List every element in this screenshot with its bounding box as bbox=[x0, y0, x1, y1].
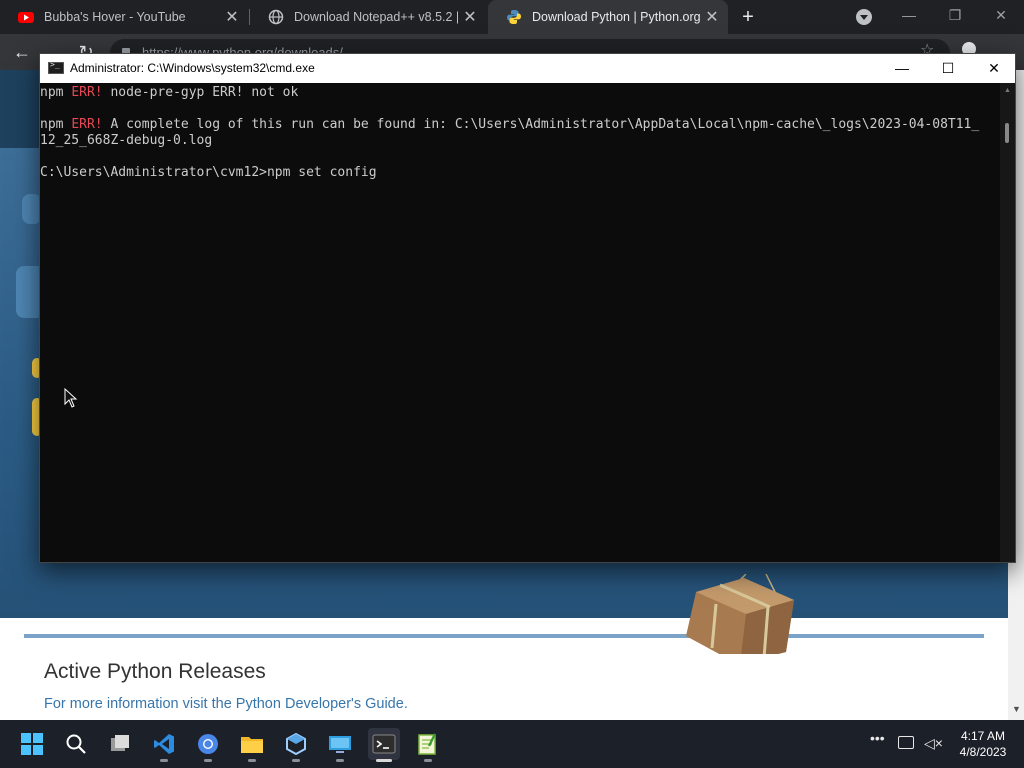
taskbar-remote-desktop-button[interactable] bbox=[324, 728, 356, 762]
tab-search-icon[interactable] bbox=[856, 9, 872, 25]
cmd-app-icon bbox=[48, 60, 64, 74]
close-icon[interactable]: ✕ bbox=[702, 7, 722, 27]
network-icon[interactable] bbox=[898, 736, 914, 749]
globe-icon bbox=[268, 9, 284, 25]
releases-sub-suffix: . bbox=[403, 696, 408, 712]
releases-heading: Active Python Releases bbox=[44, 660, 266, 683]
cmd-scroll-thumb[interactable] bbox=[1005, 123, 1009, 143]
taskbar-virtualbox-button[interactable] bbox=[280, 728, 312, 762]
cmd-line-prefix: npm bbox=[40, 117, 72, 132]
chrome-icon bbox=[197, 733, 219, 755]
close-icon[interactable]: ✕ bbox=[222, 7, 242, 27]
taskbar-start-button[interactable] bbox=[16, 728, 48, 760]
clock-date[interactable]: 4/8/2023 bbox=[950, 745, 1016, 759]
tab-title: Download Notepad++ v8.5.2 | N bbox=[294, 10, 460, 24]
releases-sub-prefix: For more information visit the bbox=[44, 696, 236, 712]
clock-time[interactable]: 4:17 AM bbox=[950, 729, 1016, 743]
cmd-line: 12_25_668Z-debug-0.log bbox=[40, 133, 1000, 149]
python-logo-icon bbox=[507, 10, 521, 24]
taskbar-file-explorer-button[interactable] bbox=[236, 728, 268, 762]
tab-python[interactable]: Download Python | Python.org ✕ bbox=[488, 0, 728, 34]
search-icon bbox=[65, 733, 87, 755]
running-indicator bbox=[376, 759, 392, 762]
cmd-line: C:\Users\Administrator\cvm12>npm set con… bbox=[40, 165, 1000, 181]
desktop-screen: Bubba's Hover - YouTube ✕ Download Notep… bbox=[0, 0, 1024, 768]
vscode-icon bbox=[153, 733, 175, 755]
browser-close-button[interactable]: ✕ bbox=[986, 4, 1016, 26]
folder-icon bbox=[240, 733, 264, 755]
youtube-icon bbox=[18, 12, 34, 23]
tab-youtube[interactable]: Bubba's Hover - YouTube ✕ bbox=[0, 0, 248, 34]
cmd-line-text: C:\Users\Administrator\cvm12>npm set con… bbox=[40, 165, 377, 180]
mouse-pointer-icon bbox=[64, 388, 78, 408]
cmd-err-tag: ERR! bbox=[71, 85, 103, 100]
running-indicator bbox=[336, 759, 344, 762]
cmd-line: npm ERR! node-pre-gyp ERR! not ok bbox=[40, 85, 1000, 101]
scroll-up-arrow-icon[interactable]: ▲ bbox=[1004, 87, 1011, 94]
cmd-titlebar[interactable]: Administrator: C:\Windows\system32\cmd.e… bbox=[40, 54, 1015, 83]
taskbar-vscode-button[interactable] bbox=[148, 728, 180, 762]
taskbar-terminal-button[interactable] bbox=[368, 728, 400, 762]
cmd-line-prefix: npm bbox=[40, 85, 72, 100]
browser-restore-button[interactable]: ❐ bbox=[940, 4, 970, 26]
developer-guide-link[interactable]: Python Developer's Guide bbox=[236, 696, 404, 712]
scroll-down-arrow-icon[interactable]: ▼ bbox=[1012, 704, 1021, 714]
browser-tab-strip: Bubba's Hover - YouTube ✕ Download Notep… bbox=[0, 0, 1024, 34]
terminal-icon bbox=[372, 733, 396, 755]
cmd-line-text: A complete log of this run can be found … bbox=[102, 117, 980, 132]
tab-title: Download Python | Python.org bbox=[532, 10, 701, 24]
cmd-line bbox=[40, 101, 1000, 117]
task-view-icon bbox=[109, 733, 131, 755]
taskbar-search-button[interactable] bbox=[60, 728, 92, 760]
cmd-maximize-button[interactable]: ☐ bbox=[925, 54, 971, 83]
cmd-line-text: node-pre-gyp ERR! not ok bbox=[102, 85, 299, 100]
section-divider bbox=[24, 634, 984, 638]
close-icon[interactable]: ✕ bbox=[460, 7, 480, 27]
windows-logo-icon bbox=[21, 733, 43, 755]
taskbar-notepad-plus-plus-button[interactable] bbox=[412, 728, 444, 762]
taskbar-chrome-button[interactable] bbox=[192, 728, 224, 762]
cmd-window[interactable]: Administrator: C:\Windows\system32\cmd.e… bbox=[39, 53, 1016, 563]
tab-notepadpp[interactable]: Download Notepad++ v8.5.2 | N ✕ bbox=[250, 0, 486, 34]
cmd-line-text: 12_25_668Z-debug-0.log bbox=[40, 133, 213, 148]
running-indicator bbox=[424, 759, 432, 762]
cmd-err-tag: ERR! bbox=[71, 117, 103, 132]
cmd-close-button[interactable]: ✕ bbox=[971, 54, 1017, 83]
running-indicator bbox=[248, 759, 256, 762]
cmd-line: npm ERR! A complete log of this run can … bbox=[40, 117, 1000, 133]
volume-muted-icon[interactable]: ◁× bbox=[924, 735, 943, 752]
cmd-output[interactable]: npm ERR! node-pre-gyp ERR! not ok npm ERR… bbox=[40, 83, 1000, 562]
running-indicator bbox=[160, 759, 168, 762]
virtualbox-icon bbox=[285, 733, 307, 755]
taskbar-task-view-button[interactable] bbox=[104, 728, 136, 760]
browser-minimize-button[interactable]: — bbox=[894, 4, 924, 26]
cmd-line bbox=[40, 149, 1000, 165]
running-indicator bbox=[204, 759, 212, 762]
back-button[interactable]: ← bbox=[10, 40, 34, 64]
tab-title: Bubba's Hover - YouTube bbox=[44, 10, 186, 24]
cmd-window-title: Administrator: C:\Windows\system32\cmd.e… bbox=[70, 61, 315, 75]
tray-overflow-icon[interactable]: ••• bbox=[870, 730, 885, 746]
releases-subtext: For more information visit the Python De… bbox=[44, 696, 408, 712]
running-indicator bbox=[292, 759, 300, 762]
package-box-illustration bbox=[686, 574, 794, 654]
notepadpp-icon bbox=[417, 733, 439, 755]
new-tab-button[interactable]: + bbox=[736, 5, 760, 29]
cmd-scrollbar[interactable]: ▲ bbox=[1000, 83, 1015, 562]
remote-desktop-icon bbox=[328, 733, 352, 755]
cmd-minimize-button[interactable]: — bbox=[879, 54, 925, 83]
